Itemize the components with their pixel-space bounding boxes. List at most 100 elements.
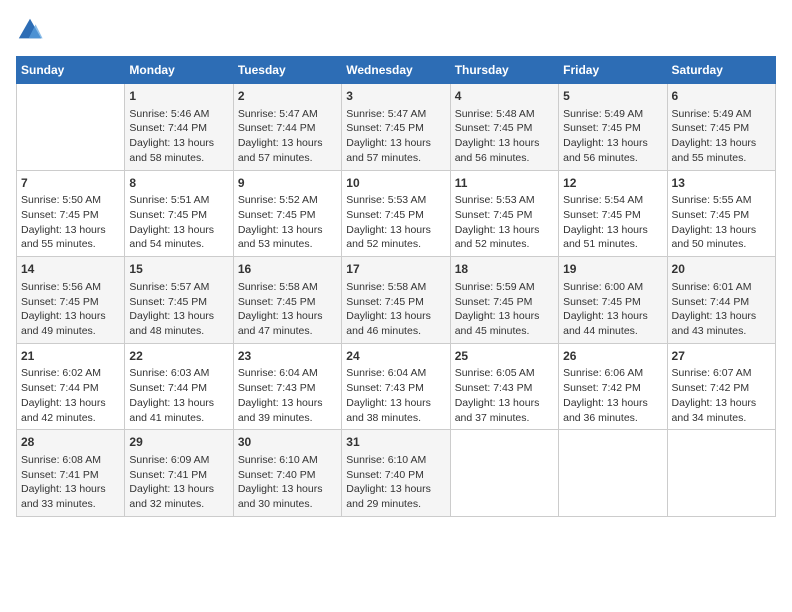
sunrise-text: Sunrise: 6:04 AM xyxy=(346,367,426,379)
sunset-text: Sunset: 7:42 PM xyxy=(563,382,641,394)
daylight-text: Daylight: 13 hours and 50 minutes. xyxy=(672,224,757,251)
sunset-text: Sunset: 7:42 PM xyxy=(672,382,750,394)
day-number: 8 xyxy=(129,175,228,192)
daylight-text: Daylight: 13 hours and 34 minutes. xyxy=(672,397,757,424)
sunrise-text: Sunrise: 5:50 AM xyxy=(21,194,101,206)
sunrise-text: Sunrise: 5:55 AM xyxy=(672,194,752,206)
sunrise-text: Sunrise: 6:04 AM xyxy=(238,367,318,379)
calendar-week-row: 28 Sunrise: 6:08 AM Sunset: 7:41 PM Dayligh… xyxy=(17,430,776,517)
calendar-cell xyxy=(450,430,558,517)
calendar-cell: 5Sunrise: 5:49 AMSunset: 7:45 PMDaylight… xyxy=(559,84,667,171)
sunrise-text: Sunrise: 5:51 AM xyxy=(129,194,209,206)
sunrise-text: Sunrise: 6:07 AM xyxy=(672,367,752,379)
day-number: 4 xyxy=(455,88,554,105)
calendar-week-row: 7 Sunrise: 5:50 AM Sunset: 7:45 PM Daylight… xyxy=(17,170,776,257)
sunset-text: Sunset: 7:45 PM xyxy=(455,209,533,221)
day-number: 12 xyxy=(563,175,662,192)
logo xyxy=(16,16,48,44)
day-number: 7 xyxy=(21,175,120,192)
daylight-text: Daylight: 13 hours and 58 minutes. xyxy=(129,137,214,164)
day-number: 3 xyxy=(346,88,445,105)
day-number: 16 xyxy=(238,261,337,278)
day-number: 13 xyxy=(672,175,771,192)
calendar-cell: 15Sunrise: 5:57 AMSunset: 7:45 PMDayligh… xyxy=(125,257,233,344)
daylight-text: Daylight: 13 hours and 52 minutes. xyxy=(346,224,431,251)
daylight-text: Daylight: 13 hours and 36 minutes. xyxy=(563,397,648,424)
calendar-cell: 9Sunrise: 5:52 AMSunset: 7:45 PMDaylight… xyxy=(233,170,341,257)
day-number: 21 xyxy=(21,348,120,365)
calendar-cell: 11 Sunrise: 5:53 AM Sunset: 7:45 PM Dayligh… xyxy=(450,170,558,257)
daylight-text: Daylight: 13 hours and 38 minutes. xyxy=(346,397,431,424)
sunset-text: Sunset: 7:43 PM xyxy=(346,382,424,394)
day-number: 1 xyxy=(129,88,228,105)
sunset-text: Sunset: 7:44 PM xyxy=(129,382,207,394)
sunrise-text: Sunrise: 5:49 AM xyxy=(672,108,752,120)
sunset-text: Sunset: 7:45 PM xyxy=(21,209,99,221)
calendar-header-row: SundayMondayTuesdayWednesdayThursdayFrid… xyxy=(17,57,776,84)
calendar-cell: 19Sunrise: 6:00 AMSunset: 7:45 PMDayligh… xyxy=(559,257,667,344)
sunset-text: Sunset: 7:45 PM xyxy=(346,122,424,134)
col-header-tuesday: Tuesday xyxy=(233,57,341,84)
sunrise-text: Sunrise: 6:08 AM xyxy=(21,454,101,466)
day-number: 19 xyxy=(563,261,662,278)
daylight-text: Daylight: 13 hours and 57 minutes. xyxy=(238,137,323,164)
sunrise-text: Sunrise: 5:56 AM xyxy=(21,281,101,293)
sunrise-text: Sunrise: 5:54 AM xyxy=(563,194,643,206)
day-number: 10 xyxy=(346,175,445,192)
sunrise-text: Sunrise: 5:52 AM xyxy=(238,194,318,206)
sunset-text: Sunset: 7:45 PM xyxy=(672,122,750,134)
sunset-text: Sunset: 7:45 PM xyxy=(238,209,316,221)
calendar-cell: 12Sunrise: 5:54 AMSunset: 7:45 PMDayligh… xyxy=(559,170,667,257)
sunset-text: Sunset: 7:41 PM xyxy=(21,469,99,481)
sunset-text: Sunset: 7:45 PM xyxy=(563,296,641,308)
daylight-text: Daylight: 13 hours and 48 minutes. xyxy=(129,310,214,337)
calendar-cell: 30Sunrise: 6:10 AMSunset: 7:40 PMDayligh… xyxy=(233,430,341,517)
daylight-text: Daylight: 13 hours and 33 minutes. xyxy=(21,483,106,510)
daylight-text: Daylight: 13 hours and 49 minutes. xyxy=(21,310,106,337)
calendar-cell: 26Sunrise: 6:06 AMSunset: 7:42 PMDayligh… xyxy=(559,343,667,430)
sunrise-text: Sunrise: 6:10 AM xyxy=(238,454,318,466)
day-number: 31 xyxy=(346,434,445,451)
sunset-text: Sunset: 7:45 PM xyxy=(455,296,533,308)
day-number: 20 xyxy=(672,261,771,278)
day-number: 27 xyxy=(672,348,771,365)
day-number: 30 xyxy=(238,434,337,451)
sunset-text: Sunset: 7:40 PM xyxy=(346,469,424,481)
sunset-text: Sunset: 7:45 PM xyxy=(346,296,424,308)
daylight-text: Daylight: 13 hours and 41 minutes. xyxy=(129,397,214,424)
day-number: 29 xyxy=(129,434,228,451)
sunset-text: Sunset: 7:41 PM xyxy=(129,469,207,481)
day-number: 14 xyxy=(21,261,120,278)
calendar-cell: 17Sunrise: 5:58 AMSunset: 7:45 PMDayligh… xyxy=(342,257,450,344)
calendar-cell: 23Sunrise: 6:04 AMSunset: 7:43 PMDayligh… xyxy=(233,343,341,430)
sunrise-text: Sunrise: 5:53 AM xyxy=(346,194,426,206)
sunset-text: Sunset: 7:44 PM xyxy=(129,122,207,134)
calendar-week-row: 21Sunrise: 6:02 AMSunset: 7:44 PMDayligh… xyxy=(17,343,776,430)
sunrise-text: Sunrise: 6:09 AM xyxy=(129,454,209,466)
calendar-cell: 2Sunrise: 5:47 AMSunset: 7:44 PMDaylight… xyxy=(233,84,341,171)
page-header xyxy=(16,16,776,44)
calendar-cell: 27 Sunrise: 6:07 AM Sunset: 7:42 PM Dayligh… xyxy=(667,343,775,430)
col-header-friday: Friday xyxy=(559,57,667,84)
daylight-text: Daylight: 13 hours and 52 minutes. xyxy=(455,224,540,251)
sunrise-text: Sunrise: 5:46 AM xyxy=(129,108,209,120)
daylight-text: Daylight: 13 hours and 56 minutes. xyxy=(455,137,540,164)
sunrise-text: Sunrise: 6:10 AM xyxy=(346,454,426,466)
sunset-text: Sunset: 7:45 PM xyxy=(455,122,533,134)
sunset-text: Sunset: 7:45 PM xyxy=(129,296,207,308)
col-header-monday: Monday xyxy=(125,57,233,84)
sunset-text: Sunset: 7:45 PM xyxy=(238,296,316,308)
day-number: 11 xyxy=(455,175,554,192)
sunrise-text: Sunrise: 6:06 AM xyxy=(563,367,643,379)
daylight-text: Daylight: 13 hours and 42 minutes. xyxy=(21,397,106,424)
sunrise-text: Sunrise: 5:53 AM xyxy=(455,194,535,206)
sunrise-text: Sunrise: 5:58 AM xyxy=(238,281,318,293)
calendar-cell: 24Sunrise: 6:04 AMSunset: 7:43 PMDayligh… xyxy=(342,343,450,430)
col-header-wednesday: Wednesday xyxy=(342,57,450,84)
daylight-text: Daylight: 13 hours and 54 minutes. xyxy=(129,224,214,251)
day-number: 28 xyxy=(21,434,120,451)
calendar-cell: 14 Sunrise: 5:56 AM Sunset: 7:45 PM Dayligh… xyxy=(17,257,125,344)
sunset-text: Sunset: 7:45 PM xyxy=(21,296,99,308)
sunset-text: Sunset: 7:40 PM xyxy=(238,469,316,481)
daylight-text: Daylight: 13 hours and 32 minutes. xyxy=(129,483,214,510)
